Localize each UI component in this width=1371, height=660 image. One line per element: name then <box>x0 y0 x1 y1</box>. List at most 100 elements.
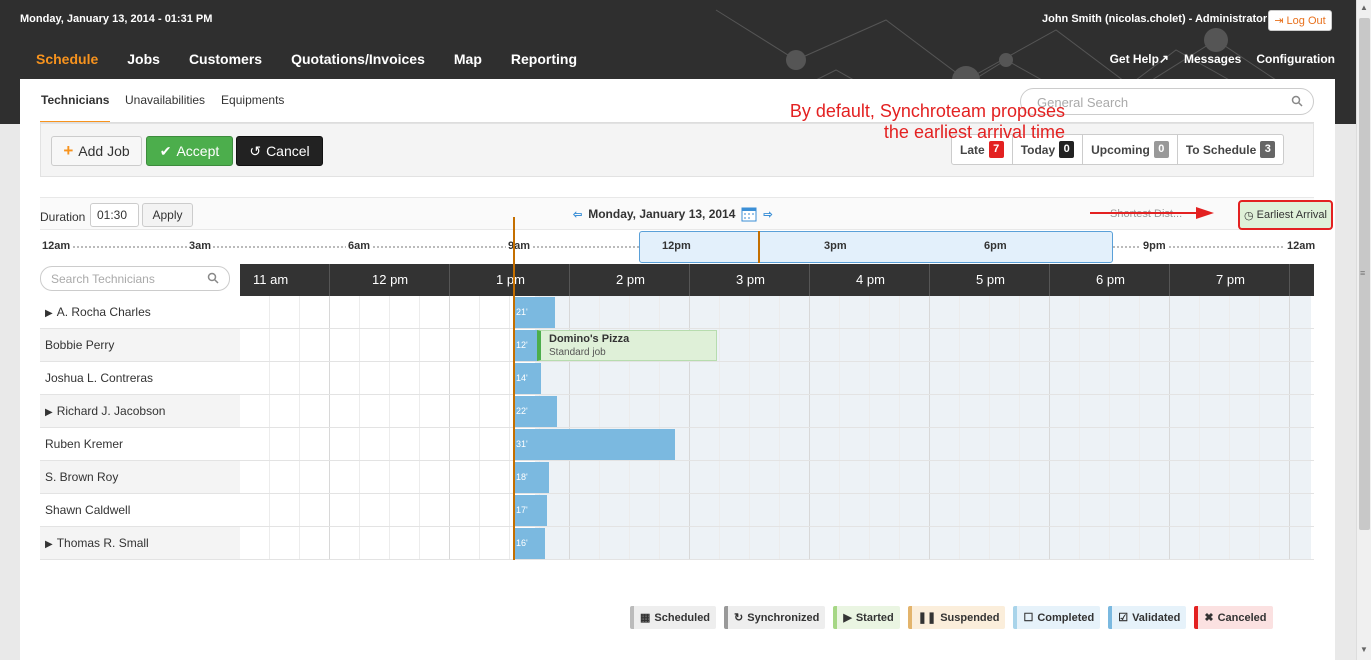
visible-time-window[interactable] <box>639 231 1113 263</box>
nav-reporting[interactable]: Reporting <box>511 51 577 67</box>
grid-row[interactable] <box>240 527 1314 560</box>
search-technicians-input[interactable]: Search Technicians <box>40 266 230 291</box>
technician-name: S. Brown Roy <box>45 470 119 484</box>
nav-schedule[interactable]: Schedule <box>36 51 98 67</box>
legend-label: Started <box>855 611 894 624</box>
legend-started: ▶ Started <box>833 606 900 629</box>
legend-label: Synchronized <box>747 611 820 624</box>
day-timeline-ruler[interactable]: 12am 3am 6am 9am 12pm 3pm 6pm 9pm 12am <box>40 231 1318 264</box>
expand-icon[interactable]: ▶ <box>45 539 53 550</box>
messages-link[interactable]: Messages <box>1184 52 1241 66</box>
nav-customers[interactable]: Customers <box>189 51 262 67</box>
expand-icon[interactable]: ▶ <box>45 407 53 418</box>
tab-unavailabilities[interactable]: Unavailabilities <box>110 79 213 123</box>
grid-row[interactable] <box>240 428 1314 461</box>
earliest-arrival-option[interactable]: ◷ Earliest Arrival <box>1238 200 1333 230</box>
nav-jobs[interactable]: Jobs <box>127 51 160 67</box>
nav-map[interactable]: Map <box>454 51 482 67</box>
legend-label: Suspended <box>940 611 1000 624</box>
previous-day-icon[interactable]: ⇦ <box>573 208 582 221</box>
tab-equipments[interactable]: Equipments <box>213 79 292 123</box>
current-date-label: Monday, January 13, 2014 <box>588 207 736 221</box>
nav-quotations-invoices[interactable]: Quotations/Invoices <box>291 51 425 67</box>
travel-time-block[interactable]: 12' <box>514 330 538 361</box>
clock-icon: ◷ <box>1244 209 1254 222</box>
technician-name: Thomas R. Small <box>56 536 149 550</box>
late-count-badge: 7 <box>988 141 1004 158</box>
get-help-link[interactable]: Get Help↗ <box>1110 52 1169 66</box>
grid-row[interactable] <box>240 395 1314 428</box>
technician-list: ▶ A. Rocha Charles Bobbie Perry Joshua L.… <box>40 296 240 560</box>
next-day-icon[interactable]: ⇨ <box>763 208 772 221</box>
hour-label: 11 am <box>253 272 289 287</box>
travel-time-block[interactable]: 14' <box>514 363 541 394</box>
status-legend: ▦ Scheduled ↻ Synchronized ▶ Started ❚❚ Susp… <box>630 606 1273 629</box>
grid-row[interactable] <box>240 296 1314 329</box>
filter-upcoming-label: Upcoming <box>1091 142 1150 157</box>
add-job-button[interactable]: + Add Job <box>51 136 142 166</box>
duration-input[interactable]: 01:30 <box>90 203 139 227</box>
cancel-button[interactable]: ↺ Cancel <box>236 136 323 166</box>
job-title: Domino's Pizza <box>549 333 630 345</box>
ruler-label: 6pm <box>984 240 1007 252</box>
technician-row[interactable]: ▶ Thomas R. Small <box>40 527 240 560</box>
expand-icon[interactable]: ▶ <box>45 308 53 319</box>
date-navigator: ⇦ Monday, January 13, 2014 ⇨ <box>573 206 773 222</box>
grid-row[interactable] <box>240 329 1314 362</box>
accept-button[interactable]: ✔ Accept <box>146 136 233 166</box>
technician-row[interactable]: ▶ Richard J. Jacobson <box>40 395 240 428</box>
grid-row[interactable] <box>240 494 1314 527</box>
apply-button[interactable]: Apply <box>142 203 193 227</box>
filter-upcoming[interactable]: Upcoming 0 <box>1083 135 1178 164</box>
ruler-label: 3pm <box>824 240 847 252</box>
technician-row[interactable]: Joshua L. Contreras <box>40 362 240 395</box>
current-time-marker <box>758 231 760 263</box>
scroll-down-icon[interactable]: ▼ <box>1360 645 1368 654</box>
play-icon: ▶ <box>843 612 852 624</box>
cancel-label: Cancel <box>266 143 310 159</box>
legend-label: Canceled <box>1217 611 1267 624</box>
grid-row[interactable] <box>240 461 1314 494</box>
technician-row[interactable]: S. Brown Roy <box>40 461 240 494</box>
ruler-label: 12am <box>40 240 73 252</box>
travel-time-block[interactable]: 22' <box>514 396 557 427</box>
scroll-grip-icon: ≡ <box>1360 268 1366 278</box>
logout-label: Log Out <box>1286 14 1326 27</box>
technician-row[interactable]: Shawn Caldwell <box>40 494 240 527</box>
search-icon <box>1291 95 1303 107</box>
technician-row[interactable]: Bobbie Perry <box>40 329 240 362</box>
travel-time-block[interactable]: 16' <box>514 528 545 559</box>
filter-late-label: Late <box>960 142 985 157</box>
checkbox-icon: ☑ <box>1118 612 1129 624</box>
ruler-label: 6am <box>346 240 373 252</box>
schedule-grid[interactable]: 21' 12' 14' 22' 31' 18' 17' 16' Domino's… <box>240 217 1314 560</box>
travel-time-block[interactable]: 21' <box>514 297 555 328</box>
job-subtitle: Standard job <box>549 347 606 358</box>
technician-row[interactable]: Ruben Kremer <box>40 428 240 461</box>
hour-label: 6 pm <box>1096 272 1125 287</box>
scroll-up-icon[interactable]: ▲ <box>1360 3 1368 12</box>
grid-row[interactable] <box>240 362 1314 395</box>
page-scrollbar[interactable]: ▲ ≡ ▼ <box>1356 0 1371 660</box>
plus-icon: + <box>63 141 74 160</box>
refresh-icon: ↻ <box>734 612 744 624</box>
filter-to-schedule[interactable]: To Schedule 3 <box>1178 135 1283 164</box>
travel-time-block[interactable]: 31' <box>514 429 675 460</box>
legend-completed: ☐ Completed <box>1013 606 1101 629</box>
accept-label: Accept <box>176 143 220 159</box>
calendar-icon: ▦ <box>640 612 651 624</box>
travel-time-block[interactable]: 17' <box>514 495 547 526</box>
legend-suspended: ❚❚ Suspended <box>907 606 1006 629</box>
travel-time-block[interactable]: 18' <box>514 462 549 493</box>
configuration-link[interactable]: Configuration <box>1256 52 1335 66</box>
job-card[interactable]: Domino's Pizza Standard job <box>537 330 717 361</box>
calendar-icon[interactable] <box>741 206 757 222</box>
annotation-line-1: By default, Synchroteam proposes <box>789 101 1065 121</box>
x-icon: ✖ <box>1204 612 1214 624</box>
technician-name: Shawn Caldwell <box>45 503 131 517</box>
search-icon <box>207 272 219 284</box>
undo-icon: ↺ <box>249 142 262 159</box>
technician-row[interactable]: ▶ A. Rocha Charles <box>40 296 240 329</box>
logout-button[interactable]: ⇥ Log Out <box>1268 10 1332 31</box>
tab-technicians[interactable]: Technicians <box>40 79 110 123</box>
